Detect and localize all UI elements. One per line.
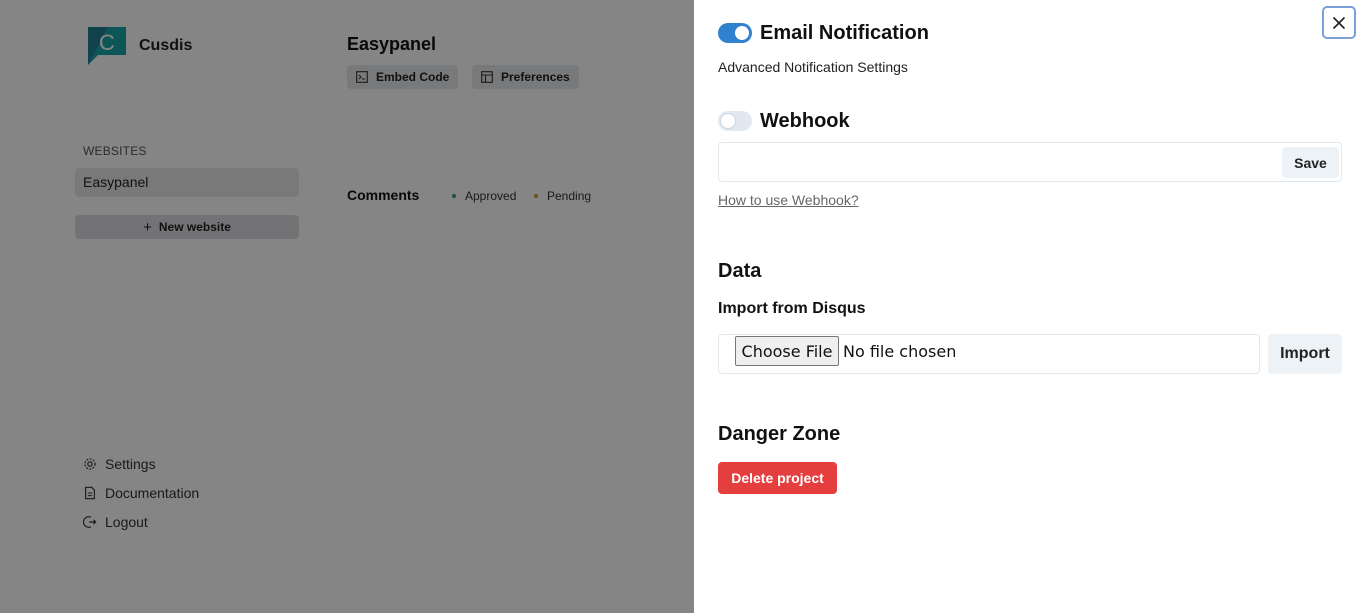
webhook-url-input[interactable] <box>719 143 1279 181</box>
danger-zone-title: Danger Zone <box>718 423 841 445</box>
advanced-notification-settings-link[interactable]: Advanced Notification Settings <box>718 59 908 75</box>
save-button[interactable]: Save <box>1282 147 1339 178</box>
webhook-field: Save <box>718 142 1342 182</box>
email-notification-title: Email Notification <box>760 22 929 44</box>
file-status-text: No file chosen <box>843 342 957 361</box>
choose-file-button[interactable]: Choose File <box>735 336 839 366</box>
webhook-help-link[interactable]: How to use Webhook? <box>718 192 859 208</box>
email-notification-toggle[interactable] <box>718 23 752 43</box>
close-button[interactable] <box>1322 6 1356 39</box>
close-icon <box>1332 16 1346 29</box>
toggle-knob <box>735 26 749 40</box>
settings-drawer: Email Notification Advanced Notification… <box>694 0 1365 613</box>
delete-project-button[interactable]: Delete project <box>718 462 837 494</box>
import-button[interactable]: Import <box>1268 334 1342 374</box>
import-disqus-title: Import from Disqus <box>718 300 866 317</box>
file-input-box: Choose File No file chosen <box>718 334 1260 374</box>
webhook-toggle[interactable] <box>718 111 752 131</box>
data-section-title: Data <box>718 260 762 282</box>
toggle-knob <box>721 114 735 128</box>
webhook-title: Webhook <box>760 110 850 132</box>
